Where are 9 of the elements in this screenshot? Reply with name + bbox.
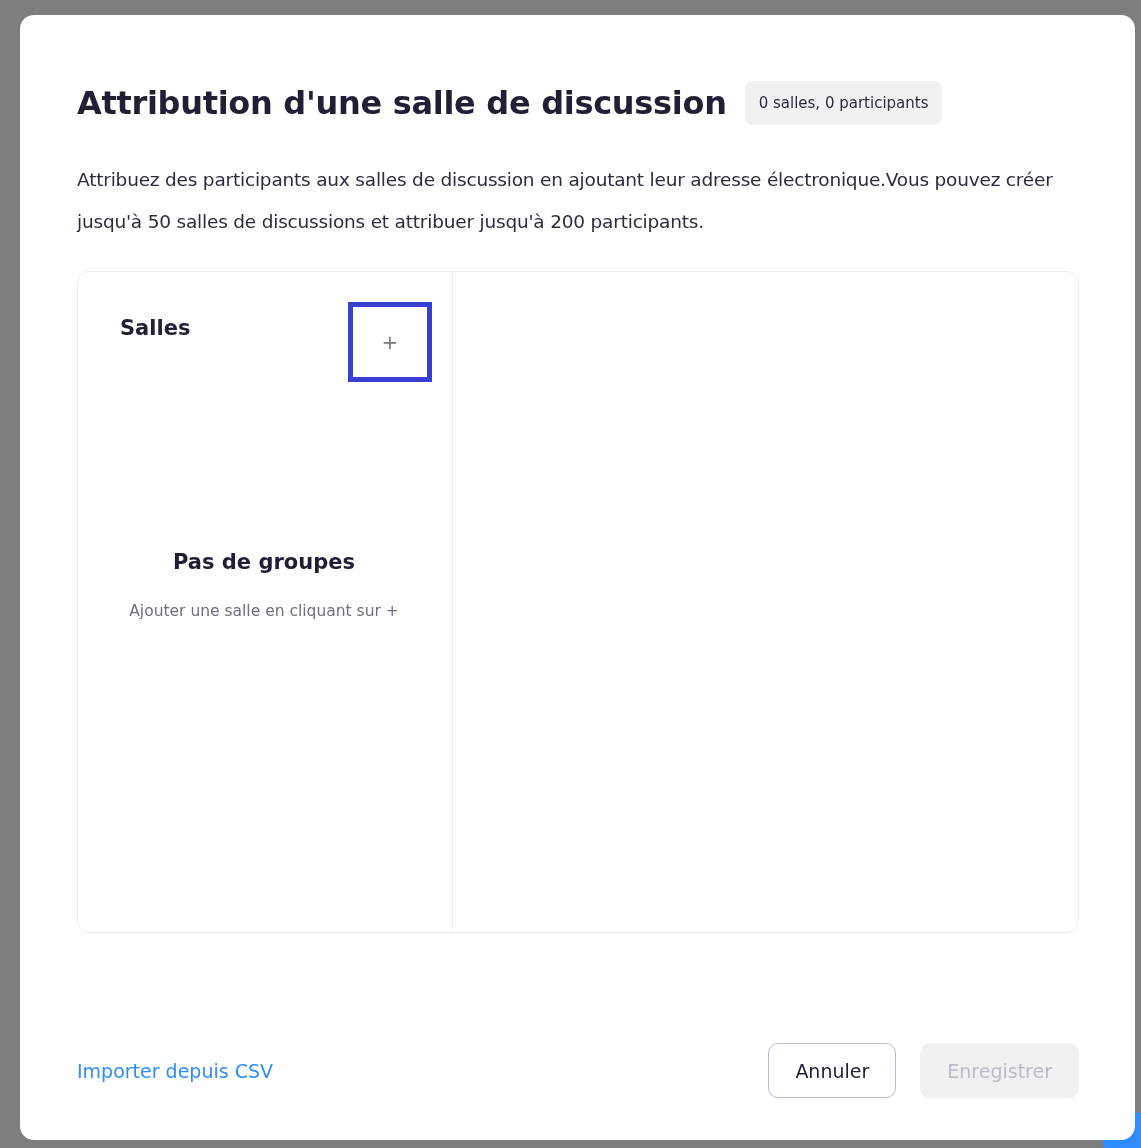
empty-state-hint: Ajouter une salle en cliquant sur + (129, 602, 399, 620)
dialog-title: Attribution d'une salle de discussion (77, 84, 727, 122)
add-room-button[interactable]: + (348, 302, 432, 382)
import-csv-link[interactable]: Importer depuis CSV (77, 1059, 273, 1082)
cancel-button[interactable]: Annuler (768, 1043, 897, 1098)
description: Attribuez des participants aux salles de discussion en ajoutant leur adresse électronique.Vous pouvez créer jusqu'à 50 salles de discussions et attribuer jusqu'à 200 participants. (77, 168, 1054, 234)
summary-badge: 0 salles, 0 participants (744, 81, 943, 125)
rooms-heading: Salles (120, 316, 191, 340)
empty-state-title: Pas de groupes (173, 550, 355, 574)
